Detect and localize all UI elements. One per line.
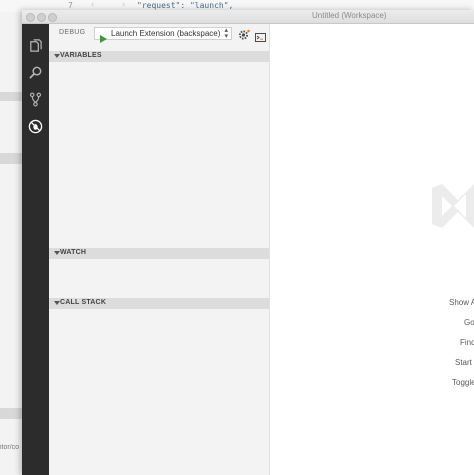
call-stack-section-header[interactable]: CALL STACK <box>49 298 269 309</box>
watch-section-header[interactable]: WATCH <box>49 248 269 259</box>
launch-configuration-select[interactable]: Launch Extension (backspace) ▴ ▾ <box>94 27 232 43</box>
shortcut-start-debugging: Start De <box>455 358 474 367</box>
configure-button[interactable] <box>238 28 250 40</box>
shortcut-show-all-commands: Show All Con <box>449 298 474 307</box>
debug-view-button[interactable] <box>28 119 43 134</box>
debug-title: DEBUG <box>59 29 86 36</box>
shortcut-go-to-file: Go <box>464 318 474 327</box>
debug-console-button[interactable] <box>255 29 266 42</box>
background-band <box>0 92 22 101</box>
variables-section-header[interactable]: VARIABLES <box>49 51 269 62</box>
vscode-window: Untitled (Workspace) DEBUG Launch Extens… <box>22 10 474 475</box>
background-band <box>0 153 22 164</box>
title-bar: Untitled (Workspace) <box>22 10 474 24</box>
launch-configuration-label: Launch Extension (backspace) <box>111 29 221 38</box>
select-chevron-icon: ▴ ▾ <box>224 27 228 40</box>
debug-sidebar: DEBUG Launch Extension (backspace) ▴ ▾ V… <box>49 24 270 475</box>
search-button[interactable] <box>28 65 43 80</box>
zoom-window-button[interactable] <box>48 13 57 22</box>
activity-bar <box>22 24 49 475</box>
close-window-button[interactable] <box>26 13 35 22</box>
background-path: itor/co <box>0 444 20 451</box>
call-stack-label: CALL STACK <box>60 299 107 306</box>
background-band <box>0 408 22 419</box>
line-number: 7 <box>68 1 73 10</box>
console-icon <box>255 33 266 42</box>
editor-empty-area: Show All Con Go Find Start De Toggle T <box>270 24 474 475</box>
minimize-window-button[interactable] <box>37 13 46 22</box>
nav-arrows-icon: ‹ › <box>90 0 137 10</box>
gear-icon <box>239 29 250 40</box>
explorer-button[interactable] <box>28 38 43 53</box>
code-text: "request": "launch", <box>137 1 234 10</box>
start-debugging-icon[interactable] <box>100 30 107 48</box>
debug-icon <box>28 119 43 134</box>
search-icon <box>29 66 42 79</box>
vscode-watermark-icon <box>432 184 474 228</box>
shortcut-toggle-terminal: Toggle T <box>452 378 474 387</box>
source-control-button[interactable] <box>28 92 43 107</box>
shortcut-find: Find <box>460 338 474 347</box>
source-control-icon <box>29 92 42 107</box>
watch-label: WATCH <box>60 249 87 256</box>
debug-toolbar: DEBUG Launch Extension (backspace) ▴ ▾ <box>49 24 269 44</box>
files-icon <box>30 39 42 52</box>
window-title: Untitled (Workspace) <box>312 11 387 20</box>
variables-label: VARIABLES <box>60 52 102 59</box>
